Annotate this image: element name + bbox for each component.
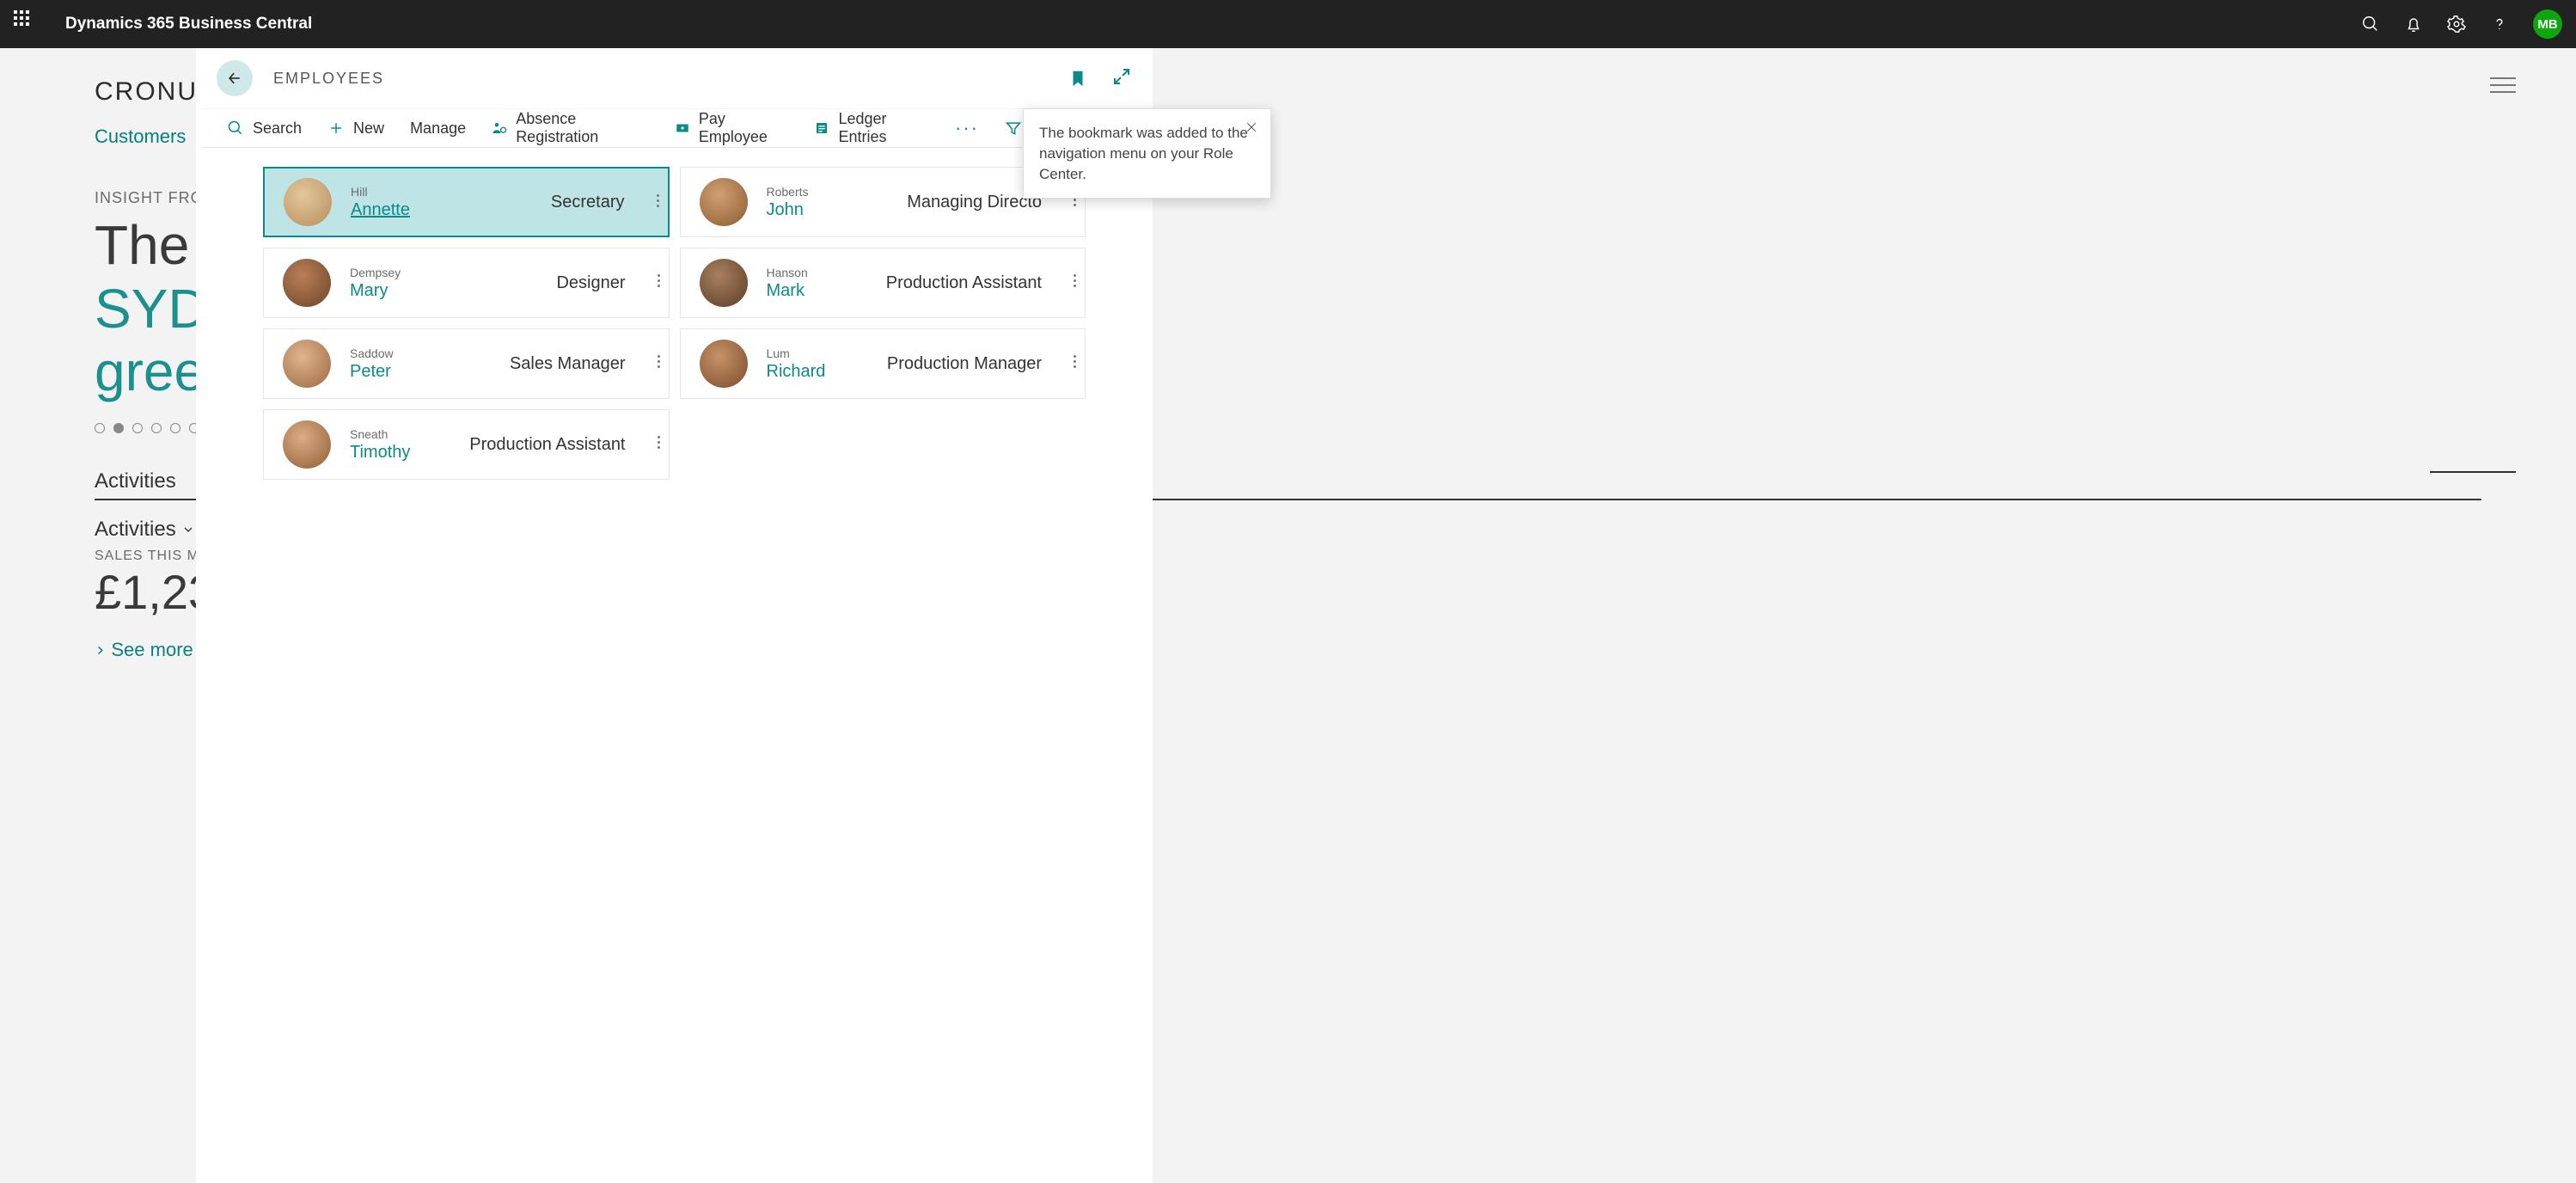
expand-icon[interactable] — [1111, 66, 1132, 87]
employee-firstname[interactable]: Mary — [350, 281, 401, 301]
employee-role: Managing Directo — [907, 193, 1042, 212]
pay-label: Pay Employee — [699, 110, 789, 146]
avatar — [700, 178, 748, 226]
employee-card[interactable]: Hill Annette Secretary — [263, 167, 670, 237]
employee-role: Designer — [556, 273, 625, 293]
employee-firstname[interactable]: Timothy — [350, 443, 410, 463]
avatar — [283, 420, 331, 469]
back-button[interactable] — [217, 60, 253, 96]
employee-surname: Roberts — [767, 185, 809, 199]
avatar — [283, 259, 331, 307]
toolbar: Search New Manage Absence Registration P… — [203, 108, 1086, 148]
employee-card[interactable]: Dempsey Mary Designer — [263, 248, 670, 318]
notifications-icon[interactable] — [2404, 15, 2423, 34]
menu-icon[interactable] — [2490, 77, 2516, 93]
pay-button[interactable]: Pay Employee — [675, 110, 789, 146]
employee-firstname[interactable]: Annette — [351, 200, 410, 220]
employee-surname: Lum — [767, 346, 826, 360]
ledger-label: Ledger Entries — [838, 110, 929, 146]
close-icon[interactable] — [1245, 120, 1258, 140]
activities-sub-label: Activities — [95, 518, 176, 542]
divider — [2430, 471, 2516, 473]
employee-firstname[interactable]: Peter — [350, 362, 394, 382]
panel-title: EMPLOYEES — [273, 70, 384, 88]
search-icon[interactable] — [2361, 15, 2380, 34]
more-icon[interactable] — [658, 436, 660, 449]
avatar — [284, 178, 332, 226]
employees-panel: EMPLOYEES Search New Manage Absence Regi… — [196, 48, 1153, 1183]
manage-button[interactable]: Manage — [410, 120, 466, 138]
manage-label: Manage — [410, 120, 466, 138]
employee-role: Sales Manager — [510, 354, 626, 374]
ledger-button[interactable]: Ledger Entries — [814, 110, 929, 146]
employee-surname: Sneath — [350, 427, 410, 441]
employee-role: Production Assistant — [886, 273, 1042, 293]
employee-surname: Saddow — [350, 346, 394, 360]
filter-icon[interactable] — [1005, 120, 1022, 137]
absence-label: Absence Registration — [516, 110, 649, 146]
user-avatar[interactable]: MB — [2533, 9, 2562, 39]
employee-card[interactable]: Sneath Timothy Production Assistant — [263, 409, 670, 480]
employee-card[interactable]: Lum Richard Production Manager — [680, 328, 1086, 399]
search-button[interactable]: Search — [227, 120, 302, 138]
more-icon[interactable] — [658, 274, 660, 287]
employee-role: Secretary — [551, 193, 625, 212]
employee-surname: Hanson — [767, 266, 808, 279]
avatar — [700, 259, 748, 307]
employee-grid: Hill Annette Secretary Roberts John Mana… — [196, 148, 1153, 499]
employee-surname: Hill — [351, 185, 410, 199]
employee-card[interactable]: Saddow Peter Sales Manager — [263, 328, 670, 399]
app-launcher-icon[interactable] — [14, 10, 41, 38]
chevron-down-icon — [181, 523, 195, 536]
bookmark-icon[interactable] — [1068, 66, 1087, 90]
employee-card[interactable]: Hanson Mark Production Assistant — [680, 248, 1086, 318]
absence-button[interactable]: Absence Registration — [492, 110, 649, 146]
settings-icon[interactable] — [2447, 15, 2466, 34]
employee-role: Production Assistant — [469, 435, 625, 455]
help-icon[interactable] — [2490, 15, 2509, 34]
new-button[interactable]: New — [327, 120, 384, 138]
nav-customers[interactable]: Customers — [95, 126, 186, 148]
employee-firstname[interactable]: Mark — [767, 281, 808, 301]
more-icon[interactable] — [1074, 355, 1076, 368]
product-name: Dynamics 365 Business Central — [65, 15, 312, 34]
avatar — [283, 340, 331, 388]
toast-text: The bookmark was added to the navigation… — [1039, 125, 1248, 182]
employee-firstname[interactable]: John — [767, 200, 809, 220]
bookmark-toast: The bookmark was added to the navigation… — [1023, 108, 1271, 199]
employee-firstname[interactable]: Richard — [767, 362, 826, 382]
employee-surname: Dempsey — [350, 266, 401, 279]
more-icon[interactable] — [1074, 274, 1076, 287]
see-more-label: See more — [111, 639, 193, 660]
more-icon[interactable] — [658, 355, 660, 368]
top-bar: Dynamics 365 Business Central MB — [0, 0, 2576, 48]
more-icon[interactable] — [657, 194, 659, 207]
new-label: New — [353, 120, 384, 138]
avatar — [700, 340, 748, 388]
more-actions-icon[interactable]: ··· — [955, 117, 979, 139]
search-label: Search — [253, 120, 302, 138]
employee-role: Production Manager — [887, 354, 1042, 374]
